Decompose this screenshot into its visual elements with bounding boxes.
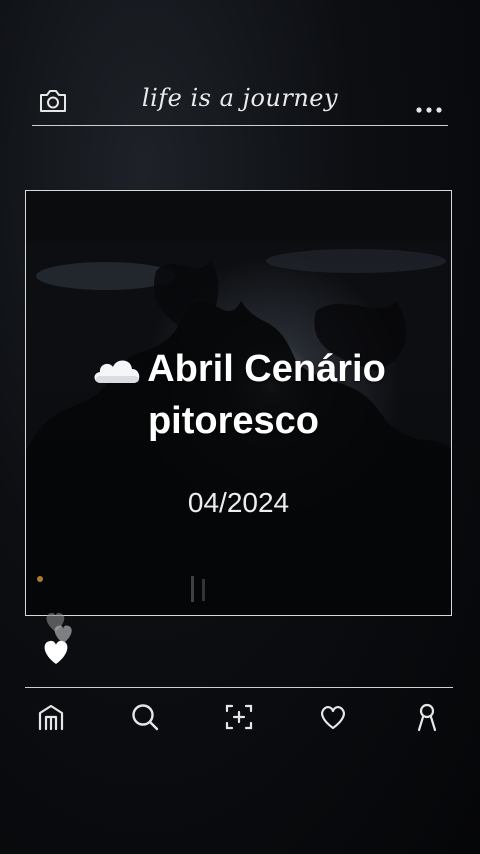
nav-search[interactable] xyxy=(119,697,171,737)
post-photo-frame: Abril Cenário pitoresco 04/2024 xyxy=(25,190,452,616)
nav-likes[interactable] xyxy=(307,697,359,737)
post-title-line2: pitoresco xyxy=(147,400,320,442)
nav-divider xyxy=(25,687,453,688)
app-title: life is a journey xyxy=(141,84,339,112)
bottom-nav xyxy=(25,697,453,737)
post-title-line1: Abril Cenário xyxy=(147,348,386,390)
likes-hearts-icon[interactable] xyxy=(38,612,82,666)
heart-icon xyxy=(321,705,345,730)
more-dots-icon[interactable] xyxy=(416,98,442,113)
nav-add-post[interactable] xyxy=(213,697,265,737)
home-icon xyxy=(38,704,64,731)
top-bar: life is a journey xyxy=(32,76,448,126)
nav-profile[interactable] xyxy=(401,697,453,737)
nav-home[interactable] xyxy=(25,697,77,737)
search-icon xyxy=(132,704,159,731)
profile-icon xyxy=(417,703,437,732)
post-title: Abril Cenário pitoresco xyxy=(26,343,451,447)
header-divider xyxy=(32,125,448,126)
post-date: 04/2024 xyxy=(187,487,290,518)
add-post-icon xyxy=(225,704,253,730)
cloud-emoji-icon xyxy=(91,347,143,383)
